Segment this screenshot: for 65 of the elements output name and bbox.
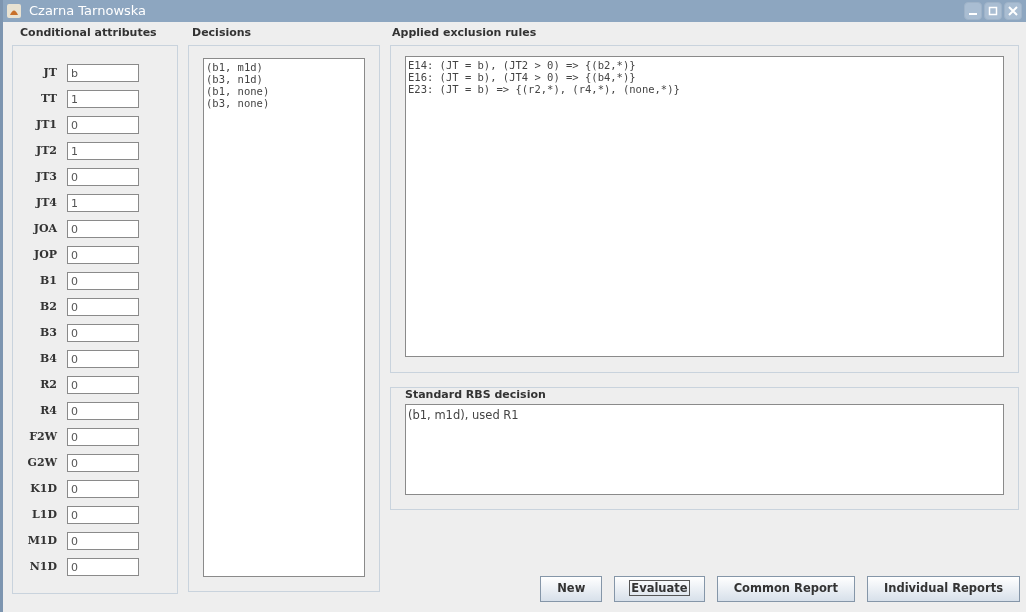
attribute-field[interactable]: 0 bbox=[67, 402, 139, 420]
attribute-label: JT2 bbox=[34, 142, 58, 159]
attribute-field[interactable]: 0 bbox=[67, 116, 139, 134]
attribute-field[interactable]: b bbox=[67, 64, 139, 82]
minimize-icon bbox=[969, 13, 977, 15]
attribute-label: B3 bbox=[39, 324, 58, 341]
attribute-field[interactable]: 0 bbox=[67, 376, 139, 394]
attribute-field[interactable]: 0 bbox=[67, 220, 139, 238]
attribute-label: JT bbox=[41, 64, 58, 81]
maximize-button[interactable] bbox=[984, 2, 1002, 20]
attribute-field[interactable]: 0 bbox=[67, 350, 139, 368]
attribute-field[interactable]: 1 bbox=[67, 142, 139, 160]
app-icon bbox=[7, 4, 21, 18]
close-icon bbox=[1008, 6, 1018, 16]
attribute-field[interactable]: 0 bbox=[67, 558, 139, 576]
section-title: Applied exclusion rules bbox=[391, 25, 538, 41]
attribute-field[interactable]: 0 bbox=[67, 168, 139, 186]
attribute-label: JT1 bbox=[34, 116, 58, 133]
attribute-label: R2 bbox=[39, 376, 58, 393]
decision-item[interactable]: (b3, none) bbox=[206, 97, 362, 109]
action-button[interactable]: Common Report bbox=[716, 576, 855, 602]
attribute-label: B1 bbox=[39, 272, 58, 289]
attribute-label: JT3 bbox=[34, 168, 58, 185]
attribute-label: JOA bbox=[32, 220, 58, 237]
attribute-label: F2W bbox=[28, 428, 59, 445]
attribute-label: G2W bbox=[26, 454, 59, 471]
attribute-field[interactable]: 1 bbox=[67, 90, 139, 108]
attribute-field[interactable]: 0 bbox=[67, 454, 139, 472]
attribute-label: JOP bbox=[32, 246, 58, 263]
section-title: Conditional attributes bbox=[19, 25, 158, 41]
minimize-button[interactable] bbox=[964, 2, 982, 20]
attribute-label: R4 bbox=[39, 402, 58, 419]
attribute-label: K1D bbox=[29, 480, 58, 497]
attribute-label: TT bbox=[40, 90, 58, 107]
decision-item[interactable]: (b1, m1d) bbox=[206, 61, 362, 73]
rule-line: E14: (JT = b), (JT2 > 0) => {(b2,*)} bbox=[408, 59, 637, 71]
attribute-field[interactable]: 0 bbox=[67, 480, 139, 498]
attribute-field[interactable]: 0 bbox=[67, 298, 139, 316]
attribute-field[interactable]: 0 bbox=[67, 532, 139, 550]
attribute-field[interactable]: 0 bbox=[67, 506, 139, 524]
action-button[interactable]: New bbox=[540, 576, 603, 602]
close-button[interactable] bbox=[1004, 2, 1022, 20]
decision-item[interactable]: (b1, none) bbox=[206, 85, 362, 97]
attribute-field[interactable]: 0 bbox=[67, 324, 139, 342]
attribute-label: B2 bbox=[39, 298, 58, 315]
section-title: Standard RBS decision bbox=[405, 387, 547, 403]
decision-item[interactable]: (b3, n1d) bbox=[206, 73, 362, 85]
rule-line: E16: (JT = b), (JT4 > 0) => {(b4,*)} bbox=[408, 71, 637, 83]
attribute-label: B4 bbox=[39, 350, 58, 367]
attribute-field[interactable]: 0 bbox=[67, 272, 139, 290]
attribute-label: JT4 bbox=[34, 194, 58, 211]
rule-line: E23: (JT = b) => {(r2,*), (r4,*), (none,*)} bbox=[408, 83, 681, 95]
action-button[interactable]: Evaluate bbox=[614, 576, 705, 602]
attribute-label: L1D bbox=[31, 506, 58, 523]
attribute-field[interactable]: 0 bbox=[67, 428, 139, 446]
section-title: Decisions bbox=[191, 25, 253, 41]
action-button[interactable]: Individual Reports bbox=[867, 576, 1020, 602]
maximize-icon bbox=[988, 6, 998, 16]
rbs-decision-text: (b1, m1d), used R1 bbox=[408, 408, 519, 422]
window-title: Czarna Tarnowska bbox=[29, 2, 147, 21]
rules-text-area[interactable]: E14: (JT = b), (JT2 > 0) => {(b2,*)} E16: (JT = b), (JT4 > 0) => {(b4,*)} E23: (JT = b) => {(r2,*), (r4,*), (none,*)} bbox=[405, 56, 1004, 357]
attribute-field[interactable]: 1 bbox=[67, 194, 139, 212]
attribute-label: M1D bbox=[26, 532, 58, 549]
attribute-field[interactable]: 0 bbox=[67, 246, 139, 264]
attribute-label: N1D bbox=[28, 558, 58, 575]
